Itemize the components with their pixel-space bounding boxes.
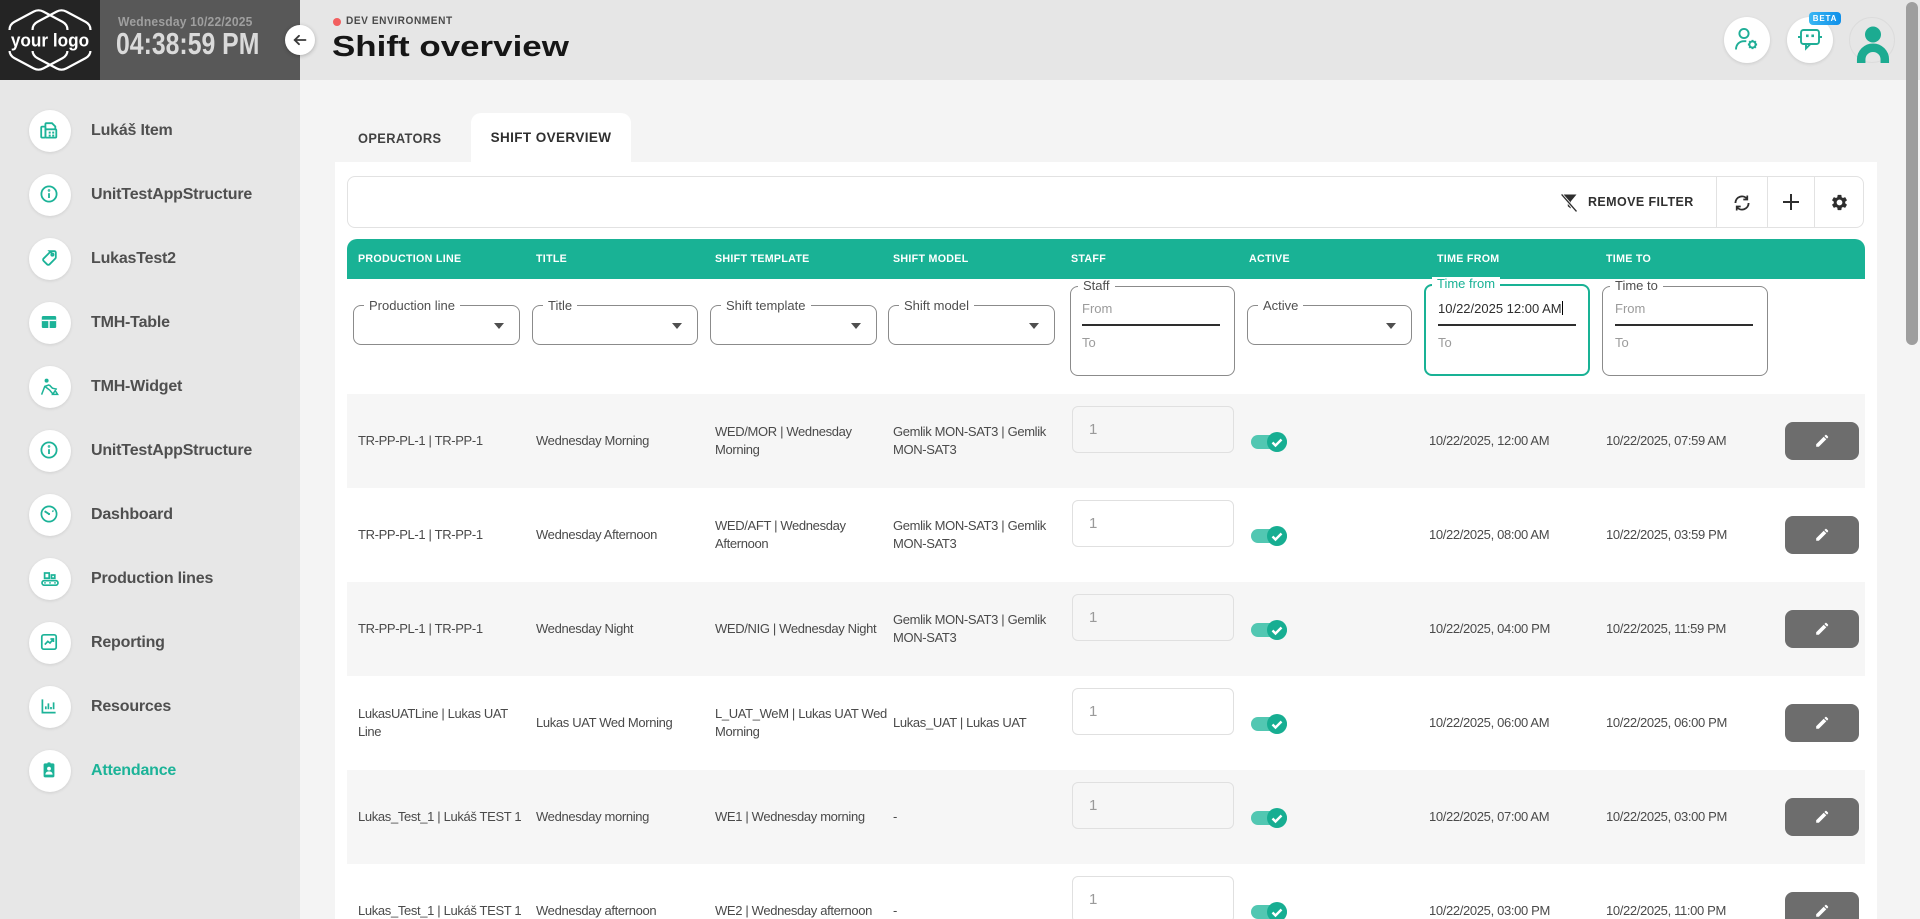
svg-text:your logo: your logo [11,30,89,51]
